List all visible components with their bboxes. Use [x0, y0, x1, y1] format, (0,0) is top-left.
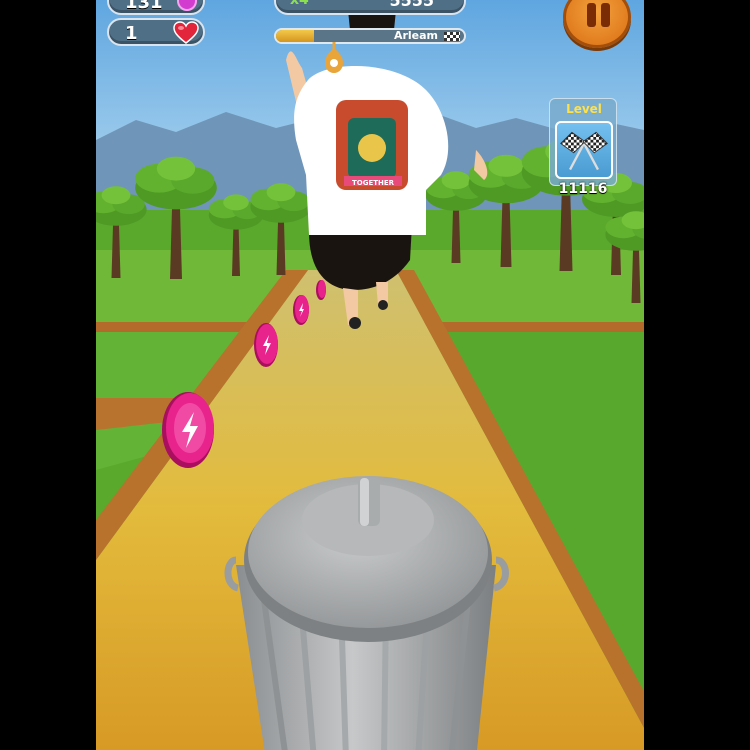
score-value: 5555: [389, 0, 434, 10]
pickup-coin: [162, 392, 214, 468]
pickup-coin: [254, 323, 278, 367]
level-indicator: Level: [549, 98, 617, 186]
coin-icon: [177, 0, 197, 11]
checkered-flags-icon: [560, 131, 608, 171]
heart-icon: [173, 21, 199, 44]
lives-count: 1: [125, 23, 138, 44]
coin-count: 131: [125, 0, 163, 13]
level-number: 11116: [558, 181, 608, 197]
level-label: Level: [566, 102, 602, 116]
finish-flag-icon: [444, 32, 460, 41]
pickup-coin: [293, 295, 309, 325]
location-pin-icon: [325, 42, 343, 73]
progress-fill: [276, 30, 314, 42]
level-progress-bar: Arleam: [274, 28, 466, 44]
pickup-coin: [316, 280, 326, 300]
svg-text:TOGETHER: TOGETHER: [352, 179, 395, 187]
score-counter: x4 5555: [274, 0, 466, 15]
coin-counter: 131: [107, 0, 205, 15]
score-multiplier: x4: [290, 0, 309, 8]
game-viewport[interactable]: TOGETHER 131 1 x4 5555 Arleam Level 1111…: [96, 0, 644, 750]
player-name: Arleam: [393, 29, 438, 42]
level-icon-frame: [555, 121, 613, 179]
trash-can-obstacle: [224, 476, 509, 750]
lives-counter: 1: [107, 18, 205, 46]
